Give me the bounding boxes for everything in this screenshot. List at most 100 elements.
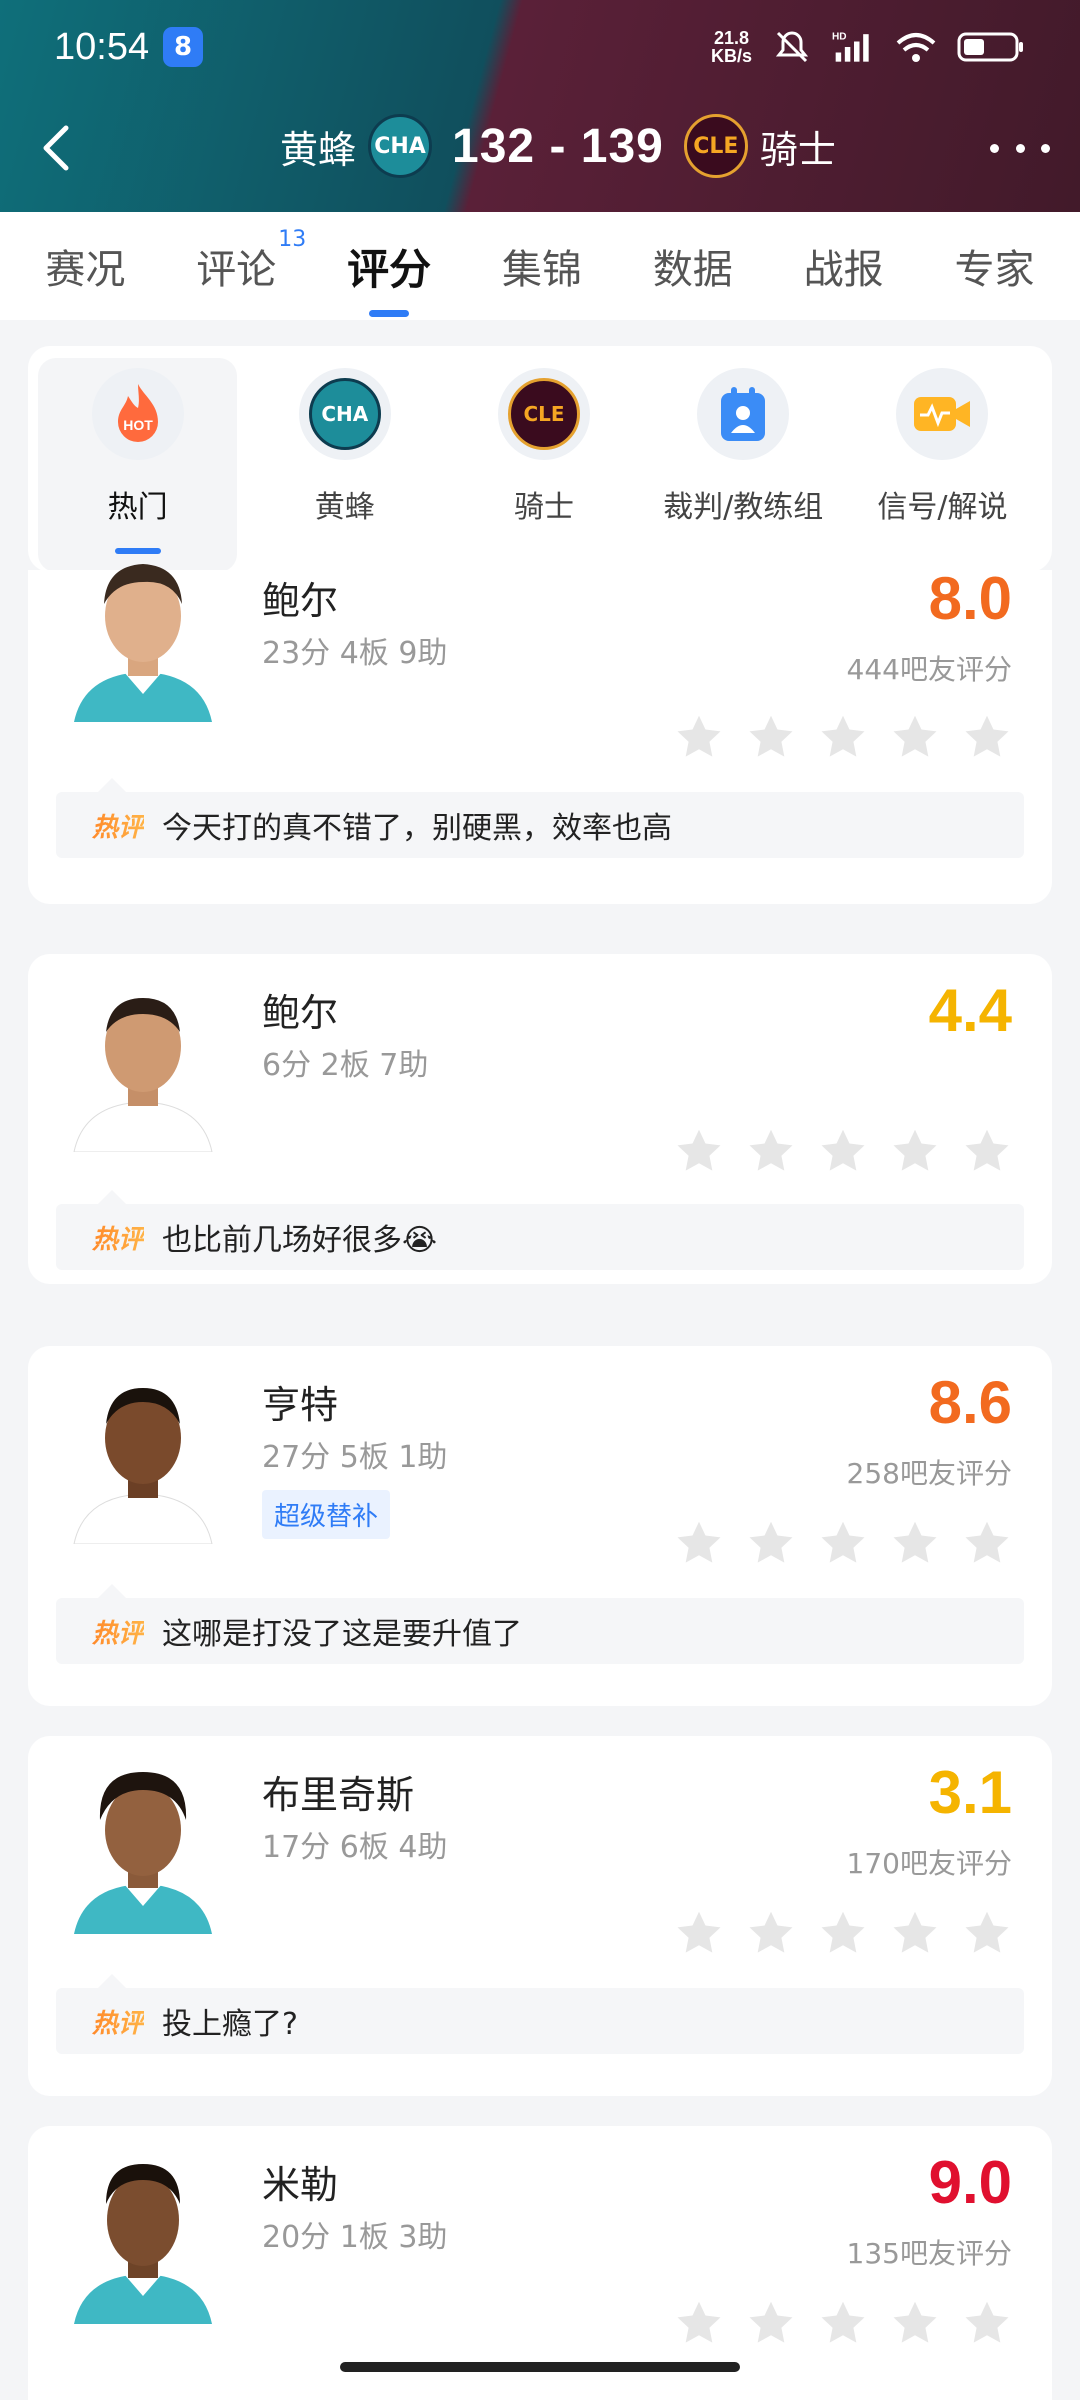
star-icon[interactable] [962,1126,1012,1176]
player-stats: 6分 2板 7助 [262,1048,429,1083]
away-team-logo: CLE [683,114,748,178]
star-icon[interactable] [818,1518,868,1568]
hd-label: HD [832,32,847,43]
star-icon[interactable] [746,1908,796,1958]
star-icon[interactable] [818,1126,868,1176]
star-icon[interactable] [890,1908,940,1958]
hot-comment[interactable]: 热评 也比前几场好很多😭 [56,1190,1024,1270]
filter-away-team[interactable]: CLE 骑士 [444,368,643,572]
scoreboard: 黄蜂 CHA 132 - 139 CLE 骑士 [280,108,836,184]
star-icon[interactable] [818,1908,868,1958]
tab-report[interactable]: 战报 [798,237,890,295]
star-icon[interactable] [674,1908,724,1958]
player-name: 鲍尔 [262,991,339,1035]
filter-hot-label: 热门 [107,490,168,525]
star-icon[interactable] [890,1126,940,1176]
star-rating-input[interactable] [674,712,1012,762]
rater-count: 258吧友评分 [846,1457,1012,1490]
cha-logo-icon: CHA [298,368,391,460]
player-avatar [54,1366,232,1544]
player-stats: 20分 1板 3助 [262,2220,448,2255]
filter-broadcast-label: 信号/解说 [877,490,1008,525]
hot-comment-text: 也比前几场好很多😭 [162,1223,438,1258]
player-rating-card[interactable]: 布里奇斯 17分 6板 4助 3.1 170吧友评分 热评 投上瘾了? [28,1736,1052,2096]
star-icon[interactable] [674,1518,724,1568]
filter-hot[interactable]: HOT 热门 [38,358,238,572]
star-icon[interactable] [962,1518,1012,1568]
video-camera-icon [896,368,989,460]
more-menu-icon[interactable] [990,128,1050,168]
mute-icon [770,29,814,65]
star-icon[interactable] [962,1908,1012,1958]
signal-icon: HD [832,29,876,65]
player-rating-score: 3.1 [928,1759,1012,1826]
player-rating-card[interactable]: 米勒 20分 1板 3助 9.0 135吧友评分 [28,2126,1052,2400]
star-rating-input[interactable] [674,2298,1012,2348]
hot-comment-tag: 热评 [92,2003,144,2040]
hot-comment[interactable]: 热评 这哪是打没了这是要升值了 [56,1584,1024,1664]
hot-comment-text: 今天打的真不错了，别硬黑，效率也高 [162,811,673,846]
player-avatar [54,1756,232,1934]
star-icon[interactable] [962,2298,1012,2348]
tab-live[interactable]: 赛况 [39,237,131,295]
star-icon[interactable] [674,712,724,762]
player-rating-score: 4.4 [928,977,1012,1044]
network-speed-value: 21.8 [713,28,750,48]
filter-home-label: 黄蜂 [314,490,375,525]
network-speed-unit: KB/s [710,46,752,66]
star-rating-input[interactable] [674,1908,1012,1958]
star-icon[interactable] [890,2298,940,2348]
player-avatar [54,544,232,722]
back-arrow-icon[interactable] [30,118,90,178]
player-name: 鲍尔 [262,579,339,623]
tab-comments[interactable]: 评论 13 [190,227,306,295]
cle-logo-icon: CLE [498,368,590,460]
star-icon[interactable] [818,712,868,762]
tab-bar: 赛况 评论 13 评分 集锦 数据 战报 专家 [0,212,1080,320]
rater-count: 135吧友评分 [846,2237,1012,2270]
rater-count: 170吧友评分 [846,1847,1012,1880]
hot-comment-text: 投上瘾了? [162,2007,298,2042]
star-icon[interactable] [890,1518,940,1568]
hot-comment[interactable]: 热评 投上瘾了? [56,1974,1024,2054]
star-icon[interactable] [746,2298,796,2348]
home-team-name: 黄蜂 [280,127,357,172]
tab-experts[interactable]: 专家 [949,237,1041,295]
hot-comment-tag: 热评 [92,1219,144,1256]
star-icon[interactable] [674,1126,724,1176]
filter-home-team[interactable]: CHA 黄蜂 [245,368,444,572]
star-icon[interactable] [746,1518,796,1568]
hot-fire-icon: HOT [91,368,184,460]
home-indicator[interactable] [340,2362,740,2372]
wifi-icon [894,29,938,65]
star-icon[interactable] [674,2298,724,2348]
player-name: 亨特 [262,1383,339,1427]
star-icon[interactable] [962,712,1012,762]
away-team-name: 骑士 [759,127,836,172]
hot-comment-tag: 热评 [92,1613,144,1650]
player-rating-card[interactable]: 亨特 27分 5板 1助 超级替补 8.6 258吧友评分 热评 这哪是打没了这… [28,1346,1052,1706]
comments-count-badge: 13 [278,227,307,252]
star-rating-input[interactable] [674,1126,1012,1176]
star-icon[interactable] [818,2298,868,2348]
star-icon[interactable] [746,1126,796,1176]
tab-ratings[interactable]: 评分 [341,236,437,317]
player-rating-card[interactable]: 鲍尔 6分 2板 7助 4.4 热评 也比前几场好很多😭 [28,954,1052,1284]
player-name: 布里奇斯 [262,1773,415,1817]
tab-stats[interactable]: 数据 [647,237,739,295]
filter-referees[interactable]: 裁判/教练组 [644,368,843,572]
player-stats: 27分 5板 1助 [262,1440,448,1475]
game-nav: 黄蜂 CHA 132 - 139 CLE 骑士 [0,100,1080,192]
filter-away-label: 骑士 [514,490,574,525]
hot-comment[interactable]: 热评 今天打的真不错了，别硬黑，效率也高 [56,778,1024,858]
game-header: 10:54 8 21.8 KB/s HD 黄蜂 CHA 132 - 139 CL… [0,0,1080,212]
star-icon[interactable] [890,712,940,762]
network-speed: 21.8 KB/s [711,29,752,65]
tab-highlights[interactable]: 集锦 [496,237,588,295]
status-time: 10:54 [54,25,150,68]
hot-comment-text: 这哪是打没了这是要升值了 [162,1617,523,1652]
star-icon[interactable] [746,712,796,762]
filter-broadcast[interactable]: 信号/解说 [843,368,1042,572]
star-rating-input[interactable] [674,1518,1012,1568]
player-rating-card[interactable]: 鲍尔 23分 4板 9助 8.0 444吧友评分 热评 今天打的真不错了，别硬黑… [28,564,1052,904]
